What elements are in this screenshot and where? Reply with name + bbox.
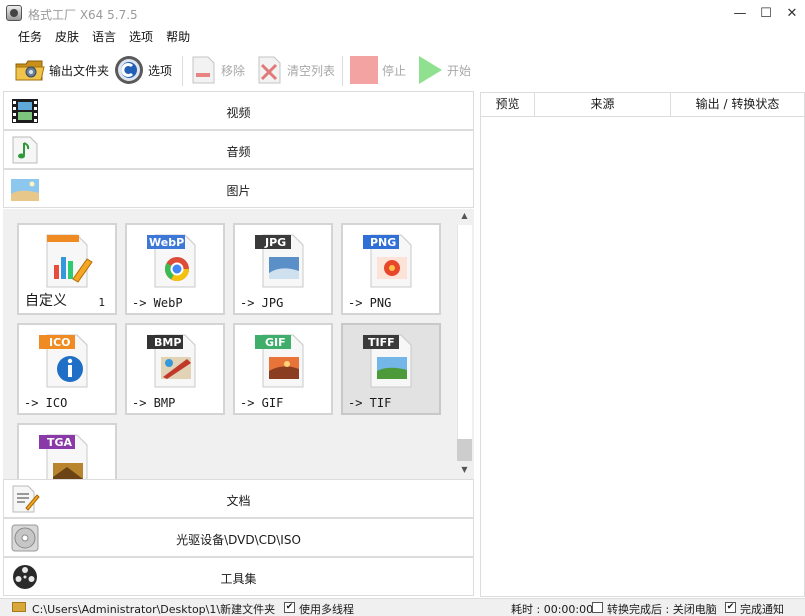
title-bar: 格式工厂 X64 5.7.5 — ☐ ✕ <box>0 0 805 28</box>
format-label: -> TIF <box>348 396 392 410</box>
toolbar-separator <box>182 56 183 86</box>
after-done-checkbox[interactable] <box>592 602 603 613</box>
format-badge: PNG <box>370 236 397 249</box>
custom-chart-icon <box>46 234 93 288</box>
toolbar-separator <box>342 56 343 86</box>
format-badge: WebP <box>149 236 185 249</box>
format-badge: TGA <box>47 436 73 449</box>
status-bar: C:\Users\Administrator\Desktop\1\新建文件夹 ✔… <box>0 598 805 616</box>
category-audio-label: 音频 <box>226 145 251 159</box>
after-done-label: 转换完成后 : 关闭电脑 <box>607 603 717 616</box>
format-label: -> JPG <box>240 296 284 310</box>
output-path[interactable]: C:\Users\Administrator\Desktop\1\新建文件夹 <box>32 601 275 616</box>
format-label: -> BMP <box>132 396 176 410</box>
format-tile-webp[interactable]: WebP -> WebP <box>125 223 225 315</box>
column-output-status[interactable]: 输出 / 转换状态 <box>671 93 804 117</box>
category-image[interactable]: 图片 <box>3 169 474 208</box>
format-grid-scrollbar[interactable]: ▲ ▼ <box>455 209 474 479</box>
format-label: -> ICO <box>24 396 68 410</box>
options-label: 选项 <box>148 63 173 78</box>
format-tile-jpg[interactable]: JPG -> JPG <box>233 223 333 315</box>
multithread-checkbox[interactable]: ✔ <box>284 602 295 613</box>
format-tile-gif[interactable]: GIF -> GIF <box>233 323 333 415</box>
start-label: 开始 <box>447 63 472 78</box>
format-label: -> WebP <box>132 296 183 310</box>
category-video-label: 视频 <box>226 106 251 120</box>
remove-document-icon <box>192 56 215 84</box>
category-optical-label: 光驱设备\DVD\CD\ISO <box>176 533 301 547</box>
category-tools-label: 工具集 <box>220 572 257 586</box>
format-badge: ICO <box>49 336 71 349</box>
scroll-up-arrow-icon[interactable]: ▲ <box>455 209 474 223</box>
category-tools[interactable]: 工具集 <box>3 557 474 596</box>
format-tile-png[interactable]: PNG -> PNG <box>341 223 441 315</box>
task-list-panel[interactable]: 预览 来源 输出 / 转换状态 <box>480 92 805 597</box>
format-badge: BMP <box>154 336 182 349</box>
menu-language[interactable]: 语言 <box>92 28 116 48</box>
menu-skin[interactable]: 皮肤 <box>55 28 79 48</box>
start-play-icon <box>419 56 442 84</box>
close-button[interactable]: ✕ <box>781 4 803 24</box>
menu-help[interactable]: 帮助 <box>166 28 190 48</box>
format-badge: GIF <box>265 336 286 349</box>
format-custom-label: 自定义 <box>25 293 67 309</box>
category-document[interactable]: 文档 <box>3 479 474 518</box>
start-button[interactable]: 开始 <box>416 54 471 86</box>
notify-label: 完成通知 <box>740 603 784 616</box>
category-audio[interactable]: 音频 <box>3 130 474 169</box>
menu-task[interactable]: 任务 <box>18 28 42 48</box>
clear-list-icon <box>258 56 281 84</box>
scrollbar-thumb[interactable] <box>457 439 472 461</box>
category-panel: 视频 音频 图片 自定义 1 WebP -> WebP JPG -> JPG P… <box>3 91 474 597</box>
format-tile-bmp[interactable]: BMP -> BMP <box>125 323 225 415</box>
format-tile-custom[interactable]: 自定义 1 <box>17 223 117 315</box>
category-document-label: 文档 <box>226 494 251 508</box>
category-image-label: 图片 <box>226 184 251 198</box>
format-tile-tif[interactable]: TIFF -> TIF <box>341 323 441 415</box>
format-label: -> PNG <box>348 296 392 310</box>
scrollbar-track[interactable] <box>457 225 472 461</box>
format-label: -> GIF <box>240 396 284 410</box>
multithread-label: 使用多线程 <box>299 603 354 616</box>
format-badge: JPG <box>265 236 287 249</box>
window-title: 格式工厂 X64 5.7.5 <box>28 8 138 22</box>
app-logo-icon <box>6 5 22 21</box>
stop-icon <box>350 56 378 84</box>
output-folder-button[interactable]: 输出文件夹 <box>14 54 109 86</box>
options-button[interactable]: 选项 <box>113 54 172 86</box>
scroll-down-arrow-icon[interactable]: ▼ <box>455 463 474 477</box>
stop-label: 停止 <box>382 63 407 78</box>
output-folder-label: 输出文件夹 <box>49 63 110 78</box>
image-format-grid: 自定义 1 WebP -> WebP JPG -> JPG PNG -> PNG… <box>3 209 474 479</box>
options-gear-icon <box>115 56 143 84</box>
maximize-button[interactable]: ☐ <box>755 4 777 24</box>
minimize-button[interactable]: — <box>729 4 751 24</box>
toolbar: 输出文件夹 选项 移除 清空列表 停止 开始 <box>0 50 805 90</box>
stop-button[interactable]: 停止 <box>349 54 406 86</box>
remove-button[interactable]: 移除 <box>190 54 245 86</box>
format-badge: TIFF <box>368 336 395 349</box>
column-preview[interactable]: 预览 <box>481 93 535 117</box>
output-folder-icon[interactable] <box>12 602 26 612</box>
category-video[interactable]: 视频 <box>3 91 474 130</box>
remove-label: 移除 <box>221 63 246 78</box>
clear-list-button[interactable]: 清空列表 <box>256 54 335 86</box>
format-custom-count: 1 <box>98 296 105 309</box>
folder-icon <box>15 60 45 81</box>
notify-checkbox[interactable]: ✔ <box>725 602 736 613</box>
menu-options[interactable]: 选项 <box>129 28 153 48</box>
elapsed-time: 耗时 : 00:00:00 <box>511 603 594 616</box>
clear-list-label: 清空列表 <box>287 63 336 78</box>
menu-bar: 任务 皮肤 语言 选项 帮助 <box>0 28 805 48</box>
format-tile-tga[interactable]: TGA <box>17 423 117 479</box>
column-source[interactable]: 来源 <box>535 93 671 117</box>
category-optical[interactable]: 光驱设备\DVD\CD\ISO <box>3 518 474 557</box>
format-tile-ico[interactable]: ICO -> ICO <box>17 323 117 415</box>
